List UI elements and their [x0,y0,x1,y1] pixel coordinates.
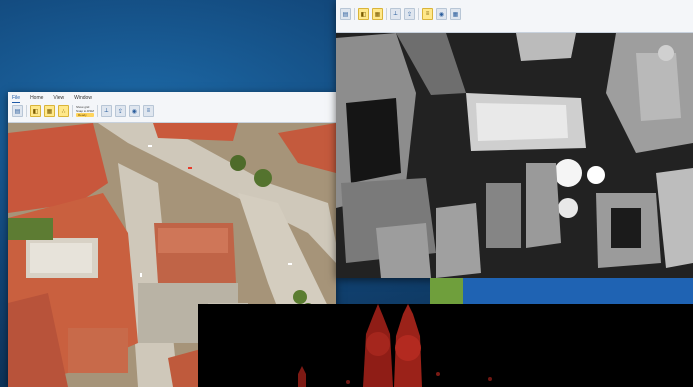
dsm-icon[interactable]: ▦ [44,105,55,117]
export-icon[interactable]: ⇪ [404,8,415,20]
camera-icon[interactable]: ◉ [128,105,140,117]
dsm-window[interactable]: ▤ ◧ ▦ ⟂ ⇪ ≡ ◉ ▦ [336,0,693,278]
toolbar-separator [418,8,419,20]
dsm-map-view[interactable] [336,33,693,278]
ruler-icon[interactable]: ⟂ [100,105,112,117]
point-cloud-view[interactable] [198,304,693,387]
status-chip: Ready [76,113,94,117]
toolbar-separator [72,105,73,117]
tab-window[interactable]: Window [74,94,92,103]
layers-icon[interactable]: ≡ [142,105,154,117]
ortho-toolbar: ▤ ◧ ▦ ∴ Show grid Snap to DSM Ready ⟂ ⇪ … [8,103,336,119]
map-fragment [430,278,464,304]
export-icon[interactable]: ⇪ [114,105,126,117]
ortho-icon[interactable]: ◧ [30,105,41,117]
ortho-ribbon: File Home View Window ▤ ◧ ▦ ∴ Show grid … [8,92,336,123]
folder-open-icon[interactable]: ▤ [12,105,23,117]
layers-icon[interactable]: ≡ [422,8,433,20]
grid-icon[interactable]: ▦ [450,8,461,20]
dsm-heightmap-image [336,33,693,278]
folder-open-icon[interactable]: ▤ [340,8,351,20]
cloud-icon[interactable]: ∴ [58,105,69,117]
dsm-ribbon: ▤ ◧ ▦ ⟂ ⇪ ≡ ◉ ▦ [336,0,693,33]
dsm-toolbar: ▤ ◧ ▦ ⟂ ⇪ ≡ ◉ ▦ [336,0,693,22]
ortho-tabs: File Home View Window [8,92,336,103]
desktop-fragment [463,278,693,304]
tab-home[interactable]: Home [30,94,43,103]
toolbar-separator [26,105,27,117]
ortho-icon[interactable]: ◧ [358,8,369,20]
dsm-icon[interactable]: ▦ [372,8,383,20]
tab-file[interactable]: File [12,94,21,103]
toolbar-separator [354,8,355,20]
toolbar-separator [96,105,98,117]
ruler-icon[interactable]: ⟂ [390,8,401,20]
options-group: Show grid Snap to DSM Ready [76,105,94,117]
point-cloud-window[interactable] [198,304,693,387]
tab-view[interactable]: View [53,94,64,103]
camera-icon[interactable]: ◉ [436,8,447,20]
toolbar-separator [386,8,387,20]
